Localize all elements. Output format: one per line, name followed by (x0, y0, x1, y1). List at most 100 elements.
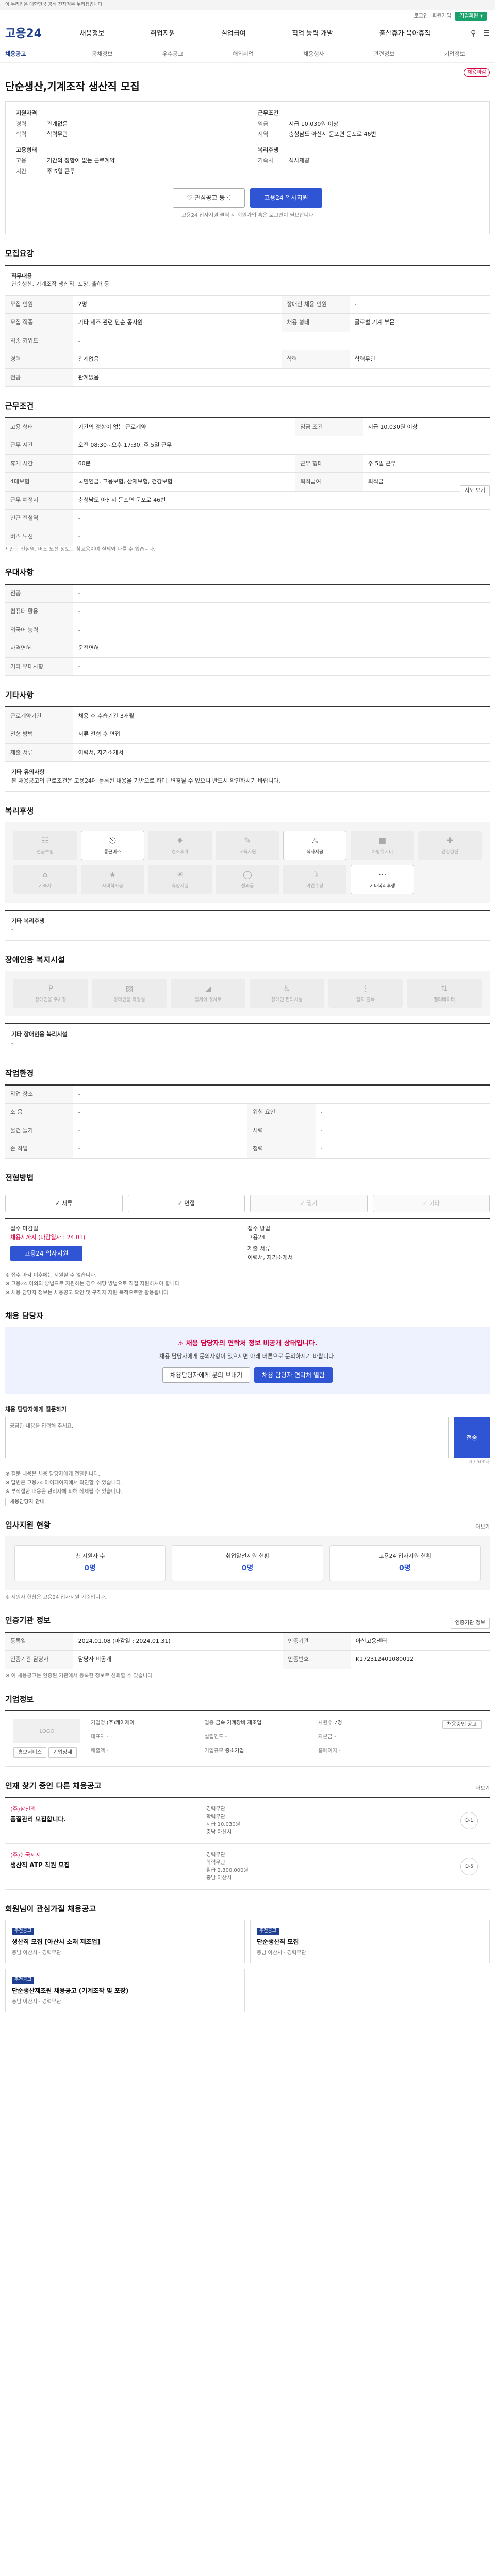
table-row: 버스 노선 - (5, 528, 490, 546)
check-icon: ✓ (422, 1199, 430, 1207)
signup-link[interactable]: 회원가입 (432, 12, 451, 20)
row-value: - (73, 657, 490, 676)
method-interview: ✓ 면접 (127, 1195, 245, 1212)
company-title: 기업정보 (5, 1694, 34, 1704)
apply-notes: ※ 접수 마감 이후에는 지원할 수 없습니다. ※ 고용24 이외의 방법으로… (5, 1272, 490, 1297)
manager-notes: ※ 질문 내용은 채용 담당자에게 전달됩니다. ※ 답변은 고용24 마이페이… (5, 1470, 490, 1496)
similar-item[interactable]: (주)삼천리 품질관리 모집합니다. 경력무관 학력무관 시급 10,030원 충… (5, 1798, 490, 1844)
row-label: 자격면허 (5, 639, 73, 658)
apply-button[interactable]: 고용24 입사지원 (250, 188, 322, 208)
recommend-card-title: 단순생산직 모집 (257, 1938, 299, 1945)
subnav-item[interactable]: 채용행사 (303, 50, 324, 59)
similar-more-link[interactable]: 더보기 (475, 1785, 490, 1792)
career-row: 경력 관계없음 (16, 120, 237, 129)
disability-label: 장애인용 화장실 (113, 997, 145, 1003)
row-label: 청력 (248, 1140, 316, 1159)
menu-employment-support[interactable]: 취업지원 (151, 29, 175, 39)
row-value: 글로벌 기계 부문 (349, 313, 490, 332)
apply-deadline: 접수 마감일 채용시까지 (마감일자 : 24.01) 고용24 입사지원 (10, 1225, 248, 1262)
benefits-row: 기숙사 식사제공 (258, 157, 479, 165)
company-tag[interactable]: 기업상세 (48, 1747, 77, 1758)
recommend-card[interactable]: 추천공고 생산직 모집 [아산시 소재 제조업] 충남 아산시 · 경력무관 (5, 1920, 245, 1963)
member-type-button[interactable]: 기업회원 ▾ (455, 11, 487, 21)
row-value: 관계없음 (73, 368, 490, 387)
row-value: - (73, 1084, 490, 1104)
manager-guide-button[interactable]: 채용담당자 안내 (5, 1497, 50, 1506)
map-button[interactable]: 지도 보기 (460, 485, 490, 496)
deadline-value: 채용시까지 (마감일자 : 24.01) (10, 1233, 86, 1241)
status-note: ※ 지원자 현황은 고용24 입사지원 기준입니다. (5, 1595, 107, 1600)
info-button[interactable]: 인증기관 정보 (450, 1617, 490, 1629)
recommend-card-title: 생산직 모집 [아산시 소재 제조업] (12, 1938, 101, 1945)
row-label: 등록일 (5, 1632, 73, 1651)
bookmark-button[interactable]: ♡ 관심공고 등록 (173, 188, 245, 208)
table-row: 휴게 시간 60분 근무 형태 주 5일 근무 (5, 454, 490, 473)
company-cell: 기업명 (주)케이제이 (91, 1719, 205, 1730)
company-jobs-button[interactable]: 채용중인 공고 (442, 1720, 482, 1729)
menu-jobs[interactable]: 채용정보 (80, 29, 105, 39)
subnav-item[interactable]: 관련정보 (374, 50, 394, 59)
disability-grid: P 장애인용 주차장 ▨ 장애인용 화장실 ◢ 휠체어 경사로 ♿ 장애인 편의시설 ⋮… (5, 971, 490, 1016)
row-label: 근무 시간 (5, 436, 73, 455)
company-cell: 대표자 - (91, 1733, 205, 1744)
row-value: 담당자 비공개 (73, 1650, 283, 1669)
search-icon[interactable]: ⚲ (471, 28, 476, 39)
subnav-item[interactable]: 공채정보 (92, 50, 112, 59)
apply-button-2[interactable]: 고용24 입사지원 (10, 1246, 82, 1261)
method-written: ✓ 필기 (250, 1195, 368, 1212)
closed-badge: 채용마감 (464, 68, 490, 77)
recommend-card[interactable]: 추천공고 단순생산제조원 채용공고 (기계조작 및 포장) 충남 아산시 · 경력무… (5, 1969, 245, 2012)
logo[interactable]: 고용24 (5, 25, 57, 42)
menu-training[interactable]: 직업 능력 개발 (292, 29, 333, 39)
workplace-table: 작업 장소 - 소 음 - 위험 요인 - 물건 들기 - 시력 - 손 작업 - 청력 - (5, 1084, 490, 1159)
company-tag[interactable]: 홍보서비스 (13, 1747, 46, 1758)
cell-key: 사원수 (318, 1720, 333, 1726)
table-row: 고용 형태 기간의 정함이 없는 근로계약 임금 조건 시급 10,030원 이상 (5, 417, 490, 436)
similar-item-title: (주)한국제지 생산직 ATP 직원 모집 (10, 1851, 206, 1882)
row-value: - (73, 332, 490, 350)
welfare-item: ◯ 성과급 (216, 864, 279, 894)
inquiry-textarea[interactable] (5, 1417, 449, 1458)
company-cell: 홈페이지 - (318, 1747, 432, 1758)
method-label: 서류 (61, 1199, 73, 1207)
book-icon: ✎ (244, 835, 251, 845)
welfare-item: ★ 자녀학자금 (80, 864, 144, 894)
recommend-meta: 충남 아산시 · 경력무관 (257, 1950, 306, 1956)
kv-value: 식사제공 (289, 157, 310, 164)
meta-text: 학력무관 (206, 1859, 225, 1866)
row-label: 근무 형태 (295, 454, 363, 473)
info-table: 등록일 2024.01.08 (마감일 : 2024.01.31) 인증기관 아산고용… (5, 1631, 490, 1669)
disability-item: ♿ 장애인 편의시설 (250, 979, 324, 1008)
apply-title: 전형방법 (5, 1173, 34, 1182)
company-cell: 기업규모 중소기업 (205, 1747, 319, 1758)
docs-value: 이력서, 자기소개서 (248, 1253, 293, 1261)
menu-unemployment-benefit[interactable]: 실업급여 (221, 29, 246, 39)
employment-label: 고용형태 (16, 146, 37, 154)
region-row: 지역 충청남도 아산시 둔포면 둔포로 46번 (258, 130, 479, 139)
recommend-card[interactable]: 추천공고 단순생산직 모집 충남 아산시 · 경력무관 (250, 1920, 490, 1963)
similar-item[interactable]: (주)한국제지 생산직 ATP 직원 모집 경력무관 학력무관 월급 2,300,… (5, 1844, 490, 1890)
login-link[interactable]: 로그인 (414, 12, 428, 20)
status-more-link[interactable]: 더보기 (475, 1523, 490, 1531)
row-value: 오전 08:30~오후 17:30, 주 5일 근무 (73, 436, 490, 455)
status-value: 0명 (399, 1564, 411, 1572)
inquiry-button[interactable]: 채용담당자에게 문의 보내기 (162, 1367, 251, 1383)
preference-tbody: 전공 - 컴퓨터 활용 - 외국어 능력 - 자격면허 운전면허 기타 우대사항 - (5, 584, 490, 676)
subnav-item[interactable]: 해외취업 (233, 50, 253, 59)
send-button[interactable]: 전송 (454, 1417, 490, 1458)
menu-parental-leave[interactable]: 출산휴가·육아휴직 (379, 29, 431, 39)
dday-text: D-5 (460, 1857, 478, 1875)
gift-icon: ♦ (176, 835, 184, 845)
menu-icon[interactable]: ☰ (483, 28, 490, 39)
row-label: 위험 요인 (248, 1103, 316, 1122)
view-contact-button[interactable]: 채용 담당자 연락처 열람 (254, 1367, 333, 1383)
manager-box-title: ⚠ 채용 담당자의 연락처 정보 비공개 상태입니다. (16, 1338, 478, 1349)
subnav-active[interactable]: 채용공고 (5, 50, 67, 59)
resort-icon: ☀ (176, 869, 184, 879)
table-row: 외국어 능력 - (5, 621, 490, 639)
row-label: 버스 노선 (5, 528, 73, 546)
subnav-item[interactable]: 기업정보 (444, 50, 465, 59)
table-row: 제출 서류 이력서, 자기소개서 (5, 743, 490, 762)
row-value: 2024.01.08 (마감일 : 2024.01.31) (73, 1632, 283, 1651)
subnav-item[interactable]: 우수공고 (162, 50, 183, 59)
